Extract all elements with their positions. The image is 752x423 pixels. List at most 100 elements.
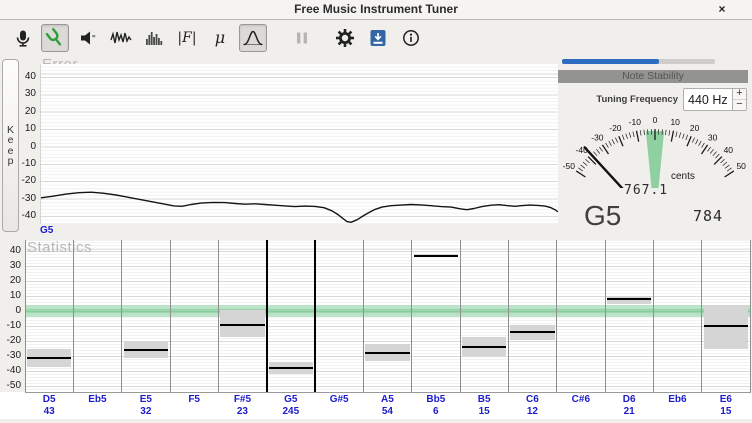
tuning-fork-button[interactable] [41, 24, 69, 52]
stats-column-separator [556, 240, 557, 393]
dial-minor-tick [609, 141, 612, 146]
dial-minor-tick [640, 130, 641, 135]
stats-count-label: 21 [605, 406, 653, 417]
stats-median-line [124, 349, 168, 351]
tuning-frequency-input[interactable] [684, 89, 732, 110]
close-button[interactable]: × [714, 2, 730, 17]
dial-minor-tick [583, 162, 587, 166]
stats-note-label: Bb5 [412, 394, 460, 405]
dial-minor-tick [626, 134, 628, 139]
error-current-note-label: G5 [40, 225, 53, 236]
spectrum-bars-icon [144, 28, 164, 48]
dial-minor-tick [679, 133, 681, 138]
dial-tick-label: 10 [670, 117, 680, 127]
dial-minor-tick [669, 130, 670, 135]
dial-minor-tick [612, 139, 615, 144]
stats-note-label: F5 [170, 394, 218, 405]
error-y-tick-label: 0 [6, 141, 36, 152]
stats-y-tick-label: 40 [0, 245, 21, 256]
stats-note-label: A5 [363, 394, 411, 405]
stats-median-line [269, 367, 313, 369]
spectrum-button[interactable] [140, 24, 168, 52]
stats-note-label: E6 [702, 394, 750, 405]
dial-minor-tick [578, 168, 582, 171]
dial-tick-label: 30 [708, 132, 718, 142]
dial-minor-tick [725, 165, 729, 168]
microphone-button[interactable] [8, 24, 36, 52]
info-icon [401, 28, 421, 48]
error-y-tick-label: -20 [6, 175, 36, 186]
dial-minor-tick [596, 149, 599, 153]
stats-median-line [27, 357, 71, 359]
stats-note-label: G5 [267, 394, 315, 405]
about-button[interactable] [397, 24, 425, 52]
dial-minor-tick [707, 147, 710, 151]
stats-median-line [365, 352, 409, 354]
microtonal-button[interactable]: μ [206, 24, 234, 52]
dial-tick-label: 20 [690, 123, 700, 133]
dial-minor-tick [710, 149, 713, 153]
stats-count-label: 32 [122, 406, 170, 417]
fourier-icon: |F| [177, 30, 196, 46]
stats-column-separator [701, 240, 702, 393]
stats-count-label: 43 [25, 406, 73, 417]
dial-tick-label: -10 [629, 117, 642, 127]
stats-x-axis-line [25, 392, 750, 393]
spin-down-button[interactable]: − [733, 100, 746, 110]
stats-y-tick-label: 0 [0, 305, 21, 316]
dial-tick-label: -30 [591, 132, 604, 142]
dial-minor-tick [702, 143, 705, 148]
stats-note-label: B5 [460, 394, 508, 405]
stats-median-line [414, 255, 458, 257]
dial-minor-tick [629, 133, 631, 138]
dial-minor-tick [699, 141, 702, 146]
dial-minor-tick [686, 135, 688, 140]
stats-note-label: D6 [605, 394, 653, 405]
waveform-icon [110, 28, 132, 48]
stats-note-label: C6 [508, 394, 556, 405]
error-y-tick-label: -10 [6, 158, 36, 169]
dial-major-tick [725, 171, 734, 177]
waveform-button[interactable] [107, 24, 135, 52]
tuning-frequency-label: Tuning Frequency [558, 94, 678, 105]
stats-column-separator [605, 240, 606, 393]
stats-count-label: 6 [412, 406, 460, 417]
speaker-button[interactable] [74, 24, 102, 52]
error-y-tick-label: 20 [6, 106, 36, 117]
stats-count-label: 15 [702, 406, 750, 417]
stats-note-label: G#5 [315, 394, 363, 405]
tuning-frequency-spinbox[interactable]: + − [683, 88, 747, 111]
stats-column-separator [25, 240, 26, 393]
dial-tick-label: 40 [724, 145, 734, 155]
dial-minor-tick [615, 138, 617, 143]
stats-note-label: Eb5 [73, 394, 121, 405]
dial-minor-tick [633, 132, 634, 137]
dial-tick-label: -50 [563, 161, 576, 171]
dial-minor-tick [622, 135, 624, 140]
statistics-button[interactable] [239, 24, 267, 52]
stats-y-tick-label: -20 [0, 335, 21, 346]
dial-major-tick [576, 171, 585, 177]
dial-tick-label: -20 [609, 123, 622, 133]
stats-green-band-center [25, 309, 750, 313]
speaker-icon [78, 28, 98, 48]
pause-button[interactable] [288, 24, 316, 52]
note-stability-progressbar [562, 59, 715, 64]
stats-y-tick-label: 20 [0, 275, 21, 286]
error-y-tick-label: 40 [6, 71, 36, 82]
stats-y-tick-label: 10 [0, 290, 21, 301]
save-capture-button[interactable] [364, 24, 392, 52]
gear-icon [334, 27, 356, 49]
error-y-tick-label: -30 [6, 193, 36, 204]
gaussian-curve-icon [242, 28, 264, 48]
stats-column-separator [460, 240, 461, 393]
stats-current-note-separator [314, 240, 316, 393]
error-curve-svg [41, 64, 558, 224]
settings-button[interactable] [331, 24, 359, 52]
stats-column-separator [363, 240, 364, 393]
stats-median-line [607, 298, 651, 300]
stats-y-tick-label: -40 [0, 365, 21, 376]
fourier-button[interactable]: |F| [173, 24, 201, 52]
dial-minor-tick [644, 130, 645, 135]
app-window: Free Music Instrument Tuner × [0, 0, 752, 423]
